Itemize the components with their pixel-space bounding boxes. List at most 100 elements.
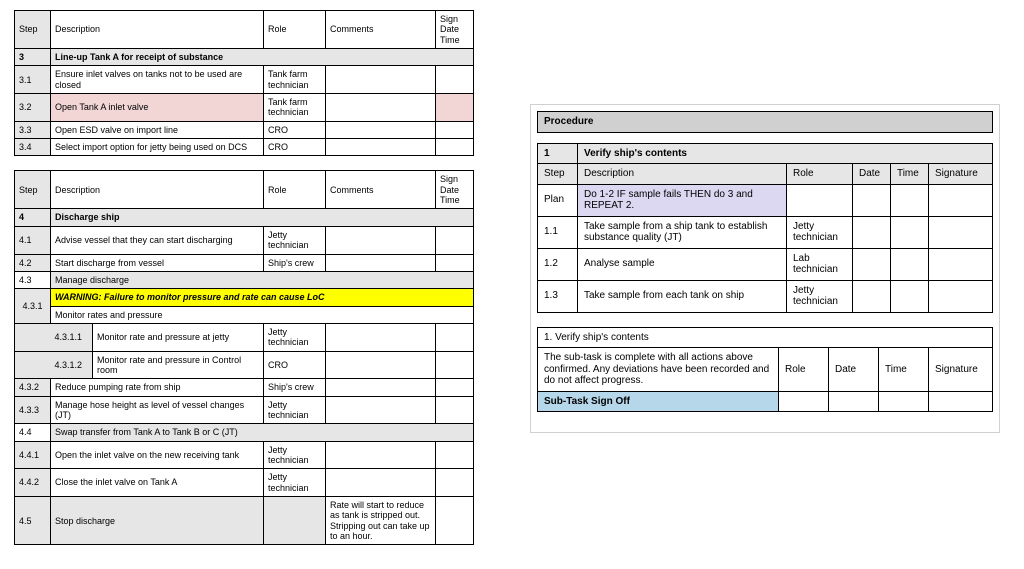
step-comments <box>326 441 436 469</box>
blank-cell <box>15 323 51 351</box>
col-comments: Comments <box>326 171 436 209</box>
table-row: 4.3.1.2 Monitor rate and pressure in Con… <box>15 351 474 379</box>
col-role: Role <box>264 11 326 49</box>
step-role: Ship's crew <box>264 379 326 396</box>
step-role: Tank farm technician <box>264 94 326 122</box>
section-row: 1 Verify ship's contents <box>538 143 993 164</box>
step-desc: Select import option for jetty being use… <box>51 139 264 156</box>
step-comments <box>326 94 436 122</box>
signoff-table: 1. Verify ship's contents The sub-task i… <box>537 327 993 413</box>
step-comments <box>326 396 436 424</box>
step-num: 4.5 <box>15 497 51 545</box>
col-time: Time <box>878 348 928 392</box>
step-comments <box>326 226 436 254</box>
step-num: 4.4.2 <box>15 469 51 497</box>
blank-cell <box>928 184 992 216</box>
section-row: 4 Discharge ship <box>15 209 474 226</box>
table-row: Monitor rates and pressure <box>15 306 474 323</box>
table-row: 4.5 Stop discharge Rate will start to re… <box>15 497 474 545</box>
signoff-title: 1. Verify ship's contents <box>538 327 993 348</box>
blank-cell <box>852 280 890 312</box>
step-desc: Stop discharge <box>51 497 264 545</box>
step-comments <box>326 379 436 396</box>
procedure-table-1: 1 Verify ship's contents Step Descriptio… <box>537 143 993 313</box>
col-desc: Description <box>51 11 264 49</box>
table-row: 1.2 Analyse sample Lab technician <box>538 248 993 280</box>
step-num: 4.4 <box>15 424 51 441</box>
col-desc: Description <box>578 164 787 185</box>
col-desc: Description <box>51 171 264 209</box>
step-desc: Reduce pumping rate from ship <box>51 379 264 396</box>
step-desc: Open ESD valve on import line <box>51 121 264 138</box>
section-title: Discharge ship <box>51 209 474 226</box>
blank-cell <box>890 184 928 216</box>
step-num: 4.3 <box>15 271 51 288</box>
step-role: Lab technician <box>786 248 852 280</box>
step-num: 3.1 <box>15 66 51 94</box>
table-row: 3.4 Select import option for jetty being… <box>15 139 474 156</box>
section-row: 3 Line-up Tank A for receipt of substanc… <box>15 49 474 66</box>
section-num: 3 <box>15 49 51 66</box>
blank-cell <box>778 391 828 412</box>
table-row: 4.3 Manage discharge <box>15 271 474 288</box>
step-desc: Close the inlet valve on Tank A <box>51 469 264 497</box>
blank-cell <box>786 184 852 216</box>
step-role: Ship's crew <box>264 254 326 271</box>
table-row: 4.4 Swap transfer from Tank A to Tank B … <box>15 424 474 441</box>
step-num: 1.1 <box>538 216 578 248</box>
step-role: Jetty technician <box>264 226 326 254</box>
table-row: 3.2 Open Tank A inlet valve Tank farm te… <box>15 94 474 122</box>
blank-cell <box>852 248 890 280</box>
step-desc: Manage hose height as level of vessel ch… <box>51 396 264 424</box>
step-role: Tank farm technician <box>264 66 326 94</box>
step-role: CRO <box>264 121 326 138</box>
section-num: 4 <box>15 209 51 226</box>
step-comments <box>326 323 436 351</box>
signoff-text: The sub-task is complete with all action… <box>538 348 779 392</box>
table-row: 1.1 Take sample from a ship tank to esta… <box>538 216 993 248</box>
blank-cell <box>828 391 878 412</box>
step-comments <box>326 469 436 497</box>
warning-row: 4.3.1 WARNING: Failure to monitor pressu… <box>15 289 474 306</box>
col-step: Step <box>15 11 51 49</box>
table-header-row: Step Description Role Date Time Signatur… <box>538 164 993 185</box>
blank-cell <box>15 351 51 379</box>
table-row: 4.3.2 Reduce pumping rate from ship Ship… <box>15 379 474 396</box>
step-comments: Rate will start to reduce as tank is str… <box>326 497 436 545</box>
step-sign <box>436 139 474 156</box>
right-column: Procedure 1 Verify ship's contents Step … <box>530 10 1000 559</box>
step-role <box>264 497 326 545</box>
step-role: Jetty technician <box>264 323 326 351</box>
step-sign <box>436 66 474 94</box>
step-desc: Ensure inlet valves on tanks not to be u… <box>51 66 264 94</box>
step-desc: Analyse sample <box>578 248 787 280</box>
step-desc: Open the inlet valve on the new receivin… <box>51 441 264 469</box>
section-title: Verify ship's contents <box>578 143 993 164</box>
table-row: 4.2 Start discharge from vessel Ship's c… <box>15 254 474 271</box>
table-row: 4.4.1 Open the inlet valve on the new re… <box>15 441 474 469</box>
step-desc: Monitor rate and pressure at jetty <box>93 323 264 351</box>
step-desc: Advise vessel that they can start discha… <box>51 226 264 254</box>
step-role: Jetty technician <box>264 441 326 469</box>
table-row: 4.1 Advise vessel that they can start di… <box>15 226 474 254</box>
procedure-table-3: Step Description Role Comments Sign Date… <box>14 10 474 156</box>
step-num: 4.3.3 <box>15 396 51 424</box>
table-row: 4.4.2 Close the inlet valve on Tank A Je… <box>15 469 474 497</box>
col-sign: Sign Date Time <box>436 171 474 209</box>
section-title: Line-up Tank A for receipt of substance <box>51 49 474 66</box>
step-num: 4.3.1.1 <box>51 323 93 351</box>
warning-text: WARNING: Failure to monitor pressure and… <box>51 289 474 306</box>
step-role: Jetty technician <box>264 396 326 424</box>
step-num: 4.1 <box>15 226 51 254</box>
table-header-row: Step Description Role Comments Sign Date… <box>15 11 474 49</box>
signoff-label: Sub-Task Sign Off <box>538 391 779 412</box>
blank-cell <box>928 280 992 312</box>
step-role: CRO <box>264 351 326 379</box>
step-sign <box>436 226 474 254</box>
step-num: 4.3.1.2 <box>51 351 93 379</box>
blank-cell <box>852 216 890 248</box>
step-sign <box>436 396 474 424</box>
blank-cell <box>878 391 928 412</box>
step-role: Jetty technician <box>264 469 326 497</box>
signoff-label-row: Sub-Task Sign Off <box>538 391 993 412</box>
